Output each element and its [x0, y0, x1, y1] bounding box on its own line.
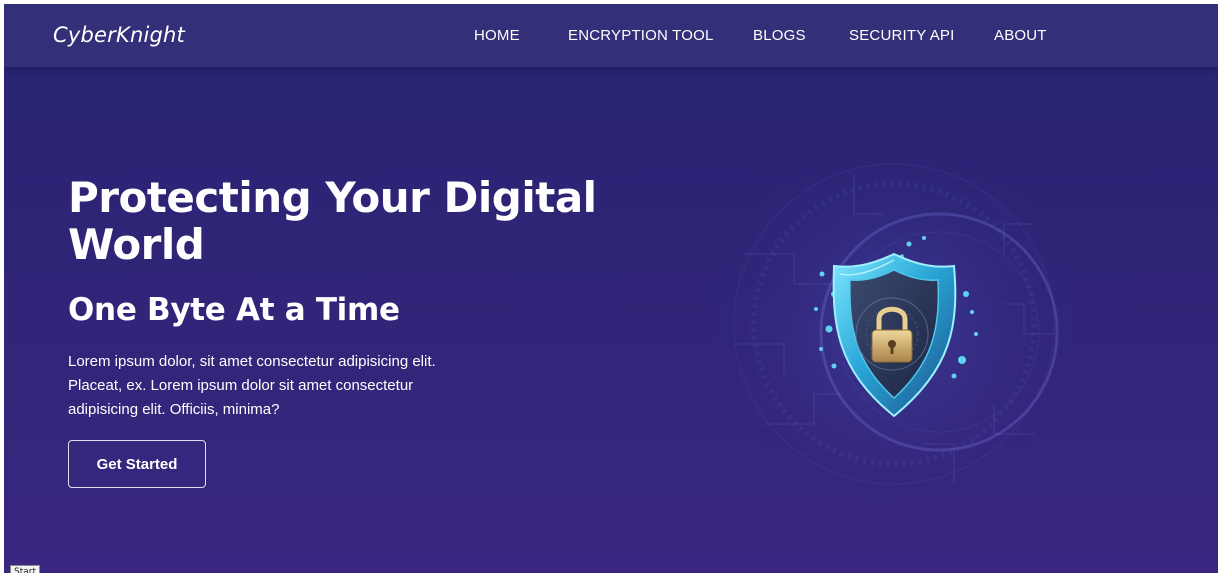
- get-started-button[interactable]: Get Started: [68, 440, 206, 488]
- landing-page: CyberKnight HOME ENCRYPTION TOOL BLOGS S…: [4, 4, 1218, 573]
- hero-subtitle: One Byte At a Time: [68, 292, 400, 328]
- nav-link-about[interactable]: ABOUT: [994, 27, 1047, 44]
- start-tooltip: Start: [10, 565, 40, 573]
- nav-link-home[interactable]: HOME: [474, 27, 520, 44]
- hero-title: Protecting Your Digital World: [68, 173, 597, 269]
- nav-links: HOME ENCRYPTION TOOL BLOGS SECURITY API …: [4, 27, 1218, 47]
- shield-padlock-icon: [704, 134, 1084, 514]
- top-navbar: CyberKnight HOME ENCRYPTION TOOL BLOGS S…: [4, 4, 1218, 67]
- nav-link-encryption-tool[interactable]: ENCRYPTION TOOL: [568, 27, 714, 44]
- hero-description: Lorem ipsum dolor, sit amet consectetur …: [68, 353, 436, 418]
- nav-link-blogs[interactable]: BLOGS: [753, 27, 806, 44]
- nav-link-security-api[interactable]: SECURITY API: [849, 27, 955, 44]
